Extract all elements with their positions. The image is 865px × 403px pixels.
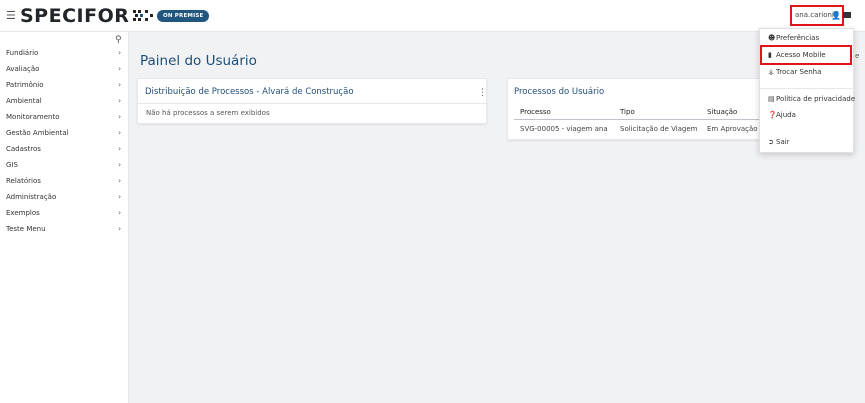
sidebar-item-label: Teste Menu — [6, 225, 46, 233]
menu-item-label: Sair — [776, 138, 790, 146]
column-header-situacao[interactable]: Situação — [707, 108, 737, 117]
menu-item-label: Trocar Senha — [776, 68, 822, 76]
table-cell-situacao: Em Aprovação — [707, 125, 758, 133]
chevron-right-icon: › — [118, 80, 122, 89]
chevron-right-icon: › — [118, 208, 122, 217]
sidebar-item-gestao-ambiental[interactable]: Gestão Ambiental › — [0, 126, 129, 142]
chevron-right-icon: › — [118, 128, 122, 137]
sidebar-item-monitoramento[interactable]: Monitoramento › — [0, 110, 129, 126]
chevron-right-icon: › — [118, 176, 122, 185]
sidebar-item-label: Monitoramento — [6, 113, 60, 121]
sign-out-icon: ➲ — [768, 138, 774, 146]
divider — [138, 103, 488, 104]
acesso-mobile-highlight — [760, 45, 852, 65]
chevron-right-icon: › — [118, 192, 122, 201]
chevron-right-icon: › — [118, 64, 122, 73]
sidebar-item-administracao[interactable]: Administração › — [0, 190, 129, 206]
hamburger-icon[interactable]: ☰ — [6, 10, 16, 21]
logo-dots-icon — [133, 10, 153, 21]
chevron-right-icon: › — [118, 96, 122, 105]
sidebar-item-label: Relatórios — [6, 177, 41, 185]
sidebar-item-relatorios[interactable]: Relatórios › — [0, 174, 129, 190]
sidebar-item-label: GIS — [6, 161, 18, 169]
sidebar-item-ambiental[interactable]: Ambiental › — [0, 94, 129, 110]
sidebar-item-label: Avaliação — [6, 65, 40, 73]
question-icon: ❓ — [768, 111, 777, 119]
table-cell-tipo: Solicitação de Viagem — [620, 125, 698, 133]
sidebar-item-exemplos[interactable]: Exemplos › — [0, 206, 129, 222]
sidebar-item-label: Patrimônio — [6, 81, 44, 89]
chevron-right-icon: › — [118, 144, 122, 153]
sidebar-item-gis[interactable]: GIS › — [0, 158, 129, 174]
menu-item-sair[interactable]: ➲ Sair — [768, 138, 790, 147]
menu-item-label: Preferências — [776, 34, 820, 42]
header-divider — [514, 119, 762, 120]
column-header-tipo[interactable]: Tipo — [620, 108, 635, 117]
menu-divider — [760, 88, 855, 89]
card-title: Processos do Usuário — [514, 87, 605, 97]
menu-item-preferencias[interactable]: ☻Preferências — [768, 34, 819, 43]
sidebar-item-label: Exemplos — [6, 209, 40, 217]
menu-item-politica-privacidade[interactable]: ▤Política de privacidade — [768, 95, 855, 104]
sidebar-item-cadastros[interactable]: Cadastros › — [0, 142, 129, 158]
sidebar-item-label: Cadastros — [6, 145, 41, 153]
user-icon[interactable]: 👤 — [831, 11, 841, 20]
sidebar-item-teste-menu[interactable]: Teste Menu › — [0, 222, 129, 238]
sidebar: ⚲ Fundiário › Avaliação › Patrimônio › A… — [0, 32, 129, 403]
user-processes-card: Processos do Usuário Processo Tipo Situa… — [507, 78, 762, 140]
table-cell-processo[interactable]: SVG-00005 - viagem ana — [520, 125, 608, 134]
truncated-text: e — [855, 52, 860, 60]
chevron-right-icon: › — [118, 224, 122, 233]
chevron-right-icon: › — [118, 48, 122, 57]
distribution-card: Distribuição de Processos - Alvará de Co… — [137, 78, 488, 124]
chevron-right-icon: › — [118, 112, 122, 121]
sidebar-item-label: Administração — [6, 193, 57, 201]
page-title: Painel do Usuário — [140, 53, 257, 69]
empty-message: Não há processos a serem exibidos — [146, 109, 270, 117]
on-premise-badge: ON PREMISE — [157, 10, 210, 22]
column-header-processo[interactable]: Processo — [520, 108, 551, 117]
sidebar-item-fundiario[interactable]: Fundiário › — [0, 46, 129, 62]
document-icon: ▤ — [768, 95, 775, 103]
sidebar-item-patrimonio[interactable]: Patrimônio › — [0, 78, 129, 94]
search-icon[interactable]: ⚲ — [115, 35, 122, 45]
logo[interactable]: SPECIFOR — [20, 5, 129, 27]
menu-item-ajuda[interactable]: ❓Ajuda — [768, 111, 796, 120]
top-header: ☰ SPECIFOR ON PREMISE ana.carioni 👤 — [0, 0, 865, 32]
user-name-link[interactable]: ana.carioni — [795, 11, 834, 20]
sidebar-item-label: Gestão Ambiental — [6, 129, 69, 137]
sidebar-item-label: Ambiental — [6, 97, 42, 105]
menu-item-label: Política de privacidade — [776, 95, 856, 103]
card-title: Distribuição de Processos - Alvará de Co… — [145, 87, 354, 97]
users-icon: ☻ — [768, 34, 776, 42]
kebab-menu-icon[interactable]: ⋮ — [478, 88, 487, 98]
key-icon: ⚶ — [768, 68, 774, 76]
chevron-right-icon: › — [118, 160, 122, 169]
sidebar-item-label: Fundiário — [6, 49, 39, 57]
mail-icon[interactable] — [843, 12, 851, 18]
menu-item-label: Ajuda — [776, 111, 796, 119]
sidebar-item-avaliacao[interactable]: Avaliação › — [0, 62, 129, 78]
menu-item-trocar-senha[interactable]: ⚶ Trocar Senha — [768, 68, 821, 77]
